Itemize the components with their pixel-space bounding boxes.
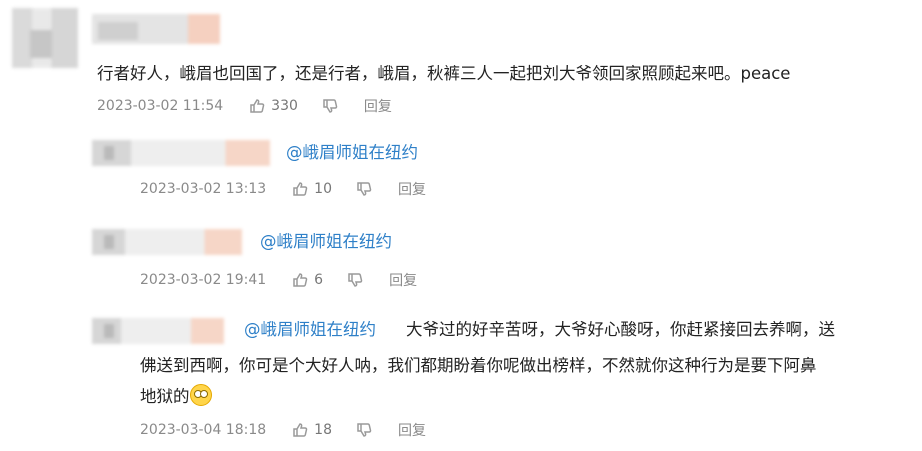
- dizzy-face-emoji-icon: [189, 384, 212, 406]
- like-count: 18: [314, 422, 332, 438]
- like-count: 330: [271, 98, 298, 114]
- reply-button[interactable]: 回复: [389, 270, 417, 290]
- reply-username[interactable]: [92, 140, 270, 166]
- like-count: 6: [314, 272, 324, 288]
- like-count: 10: [314, 181, 332, 197]
- reply-text-line2: 佛送到西啊，你可是个大好人呐，我们都期盼着你呢做出榜样，不然就你这种行为是要下阿…: [140, 356, 817, 375]
- thumbs-down-icon[interactable]: [347, 272, 363, 288]
- thumbs-down-icon[interactable]: [356, 181, 372, 197]
- thumbs-up-icon[interactable]: [292, 422, 308, 438]
- thumbs-down-icon[interactable]: [322, 98, 338, 114]
- reply-button[interactable]: 回复: [398, 420, 426, 440]
- thumbs-up-icon[interactable]: [249, 98, 265, 114]
- mention-link[interactable]: @峨眉师姐在纽约: [244, 320, 376, 339]
- timestamp: 2023-03-02 19:41: [140, 272, 267, 288]
- reply-text-line1: @峨眉师姐在纽约 大爷过的好辛苦呀，大爷好心酸呀，你赶紧接回去养啊，送: [244, 316, 835, 344]
- reply-meta: 2023-03-02 13:13 10 回复: [140, 179, 426, 199]
- avatar[interactable]: [12, 8, 78, 68]
- thumbs-up-icon[interactable]: [292, 272, 308, 288]
- mention-link[interactable]: @峨眉师姐在纽约: [260, 232, 392, 251]
- reply-username[interactable]: [92, 318, 224, 344]
- reply-text: @峨眉师姐在纽约: [260, 228, 392, 256]
- reply-button[interactable]: 回复: [398, 179, 426, 199]
- comment-meta: 2023-03-02 11:54 330 回复: [97, 96, 392, 116]
- mention-link[interactable]: @峨眉师姐在纽约: [286, 143, 418, 162]
- reply-text: 地狱的: [140, 387, 190, 406]
- reply-text-line3: 地狱的: [140, 383, 212, 411]
- timestamp: 2023-03-04 18:18: [140, 422, 267, 438]
- timestamp: 2023-03-02 13:13: [140, 181, 267, 197]
- reply-meta: 2023-03-02 19:41 6 回复: [140, 270, 417, 290]
- timestamp: 2023-03-02 11:54: [97, 98, 224, 114]
- username[interactable]: [92, 14, 220, 44]
- thumbs-up-icon[interactable]: [292, 181, 308, 197]
- reply-username[interactable]: [92, 229, 242, 255]
- reply-meta: 2023-03-04 18:18 18 回复: [140, 420, 426, 440]
- thumbs-down-icon[interactable]: [356, 422, 372, 438]
- reply-text: @峨眉师姐在纽约: [286, 139, 418, 167]
- comment-text: 行者好人，峨眉也回国了，还是行者，峨眉，秋裤三人一起把刘大爷领回家照顾起来吧。p…: [97, 64, 791, 83]
- reply-text: 大爷过的好辛苦呀，大爷好心酸呀，你赶紧接回去养啊，送: [406, 320, 835, 339]
- reply-button[interactable]: 回复: [364, 96, 392, 116]
